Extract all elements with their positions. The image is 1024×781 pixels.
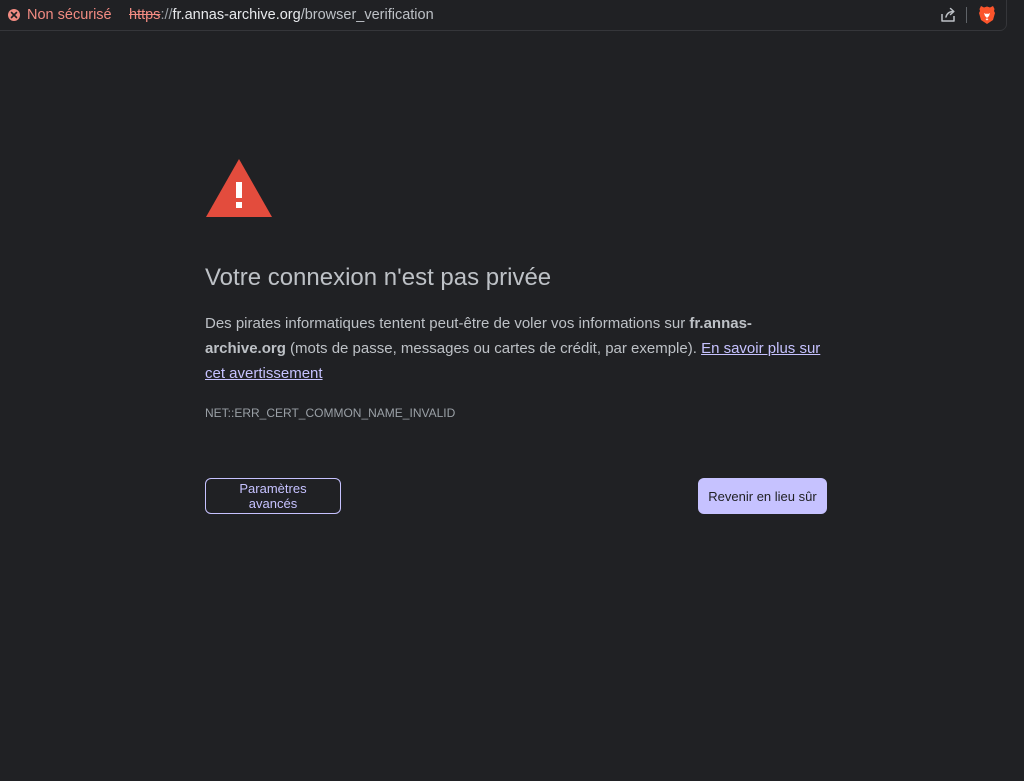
share-icon[interactable] bbox=[939, 6, 957, 24]
main-message: Des pirates informatiques tentent peut-ê… bbox=[205, 311, 827, 386]
error-circle-icon bbox=[8, 9, 20, 21]
message-text-after: (mots de passe, messages ou cartes de cr… bbox=[285, 340, 702, 357]
advanced-settings-button[interactable]: Paramètres avancés bbox=[205, 478, 341, 514]
security-label: Non sécurisé bbox=[27, 7, 112, 23]
url-scheme: https bbox=[129, 7, 161, 23]
brave-lion-icon[interactable] bbox=[978, 5, 996, 25]
interstitial-content: Votre connexion n'est pas privée Des pir… bbox=[205, 158, 827, 514]
button-row: Paramètres avancés Revenir en lieu sûr bbox=[205, 478, 827, 514]
warning-triangle-icon bbox=[206, 159, 272, 217]
error-code: NET::ERR_CERT_COMMON_NAME_INVALID bbox=[205, 406, 456, 420]
address-bar[interactable]: Non sécurisé https://fr.annas-archive.or… bbox=[0, 0, 1006, 30]
url-path: /browser_verification bbox=[300, 7, 434, 23]
url-separator: :// bbox=[160, 7, 173, 23]
url-host: fr.annas-archive.org bbox=[172, 7, 301, 23]
page-title: Votre connexion n'est pas privée bbox=[205, 264, 552, 291]
omnibox-divider bbox=[966, 7, 967, 23]
security-chip[interactable]: Non sécurisé bbox=[8, 0, 112, 30]
message-text-before: Des pirates informatiques tentent peut-ê… bbox=[205, 315, 690, 332]
back-to-safety-button[interactable]: Revenir en lieu sûr bbox=[698, 478, 827, 514]
url-text[interactable]: https://fr.annas-archive.org/browser_ver… bbox=[129, 0, 434, 30]
